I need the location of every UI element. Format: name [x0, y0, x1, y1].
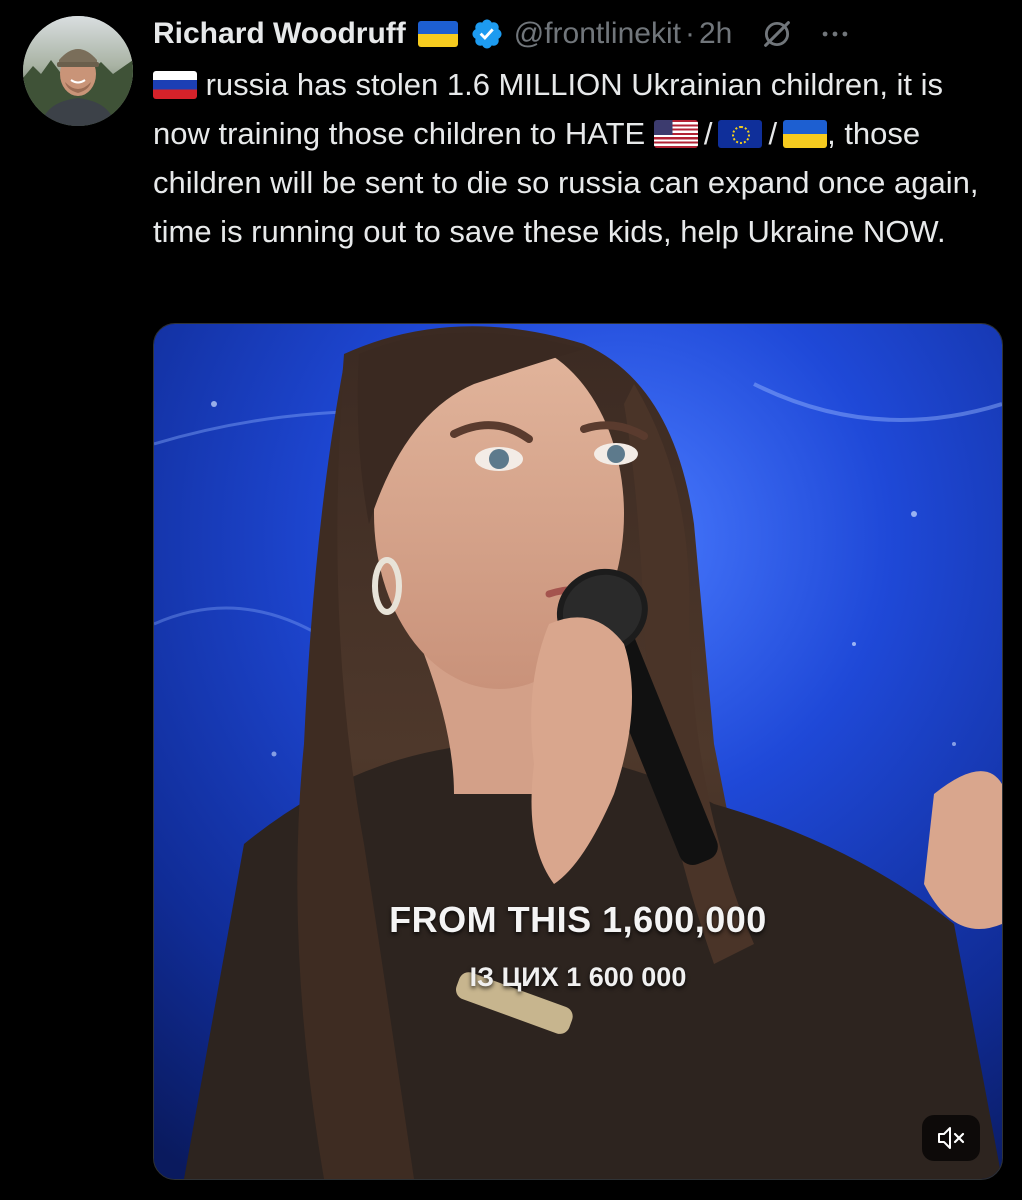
tweet-header: Richard Woodruff @frontlinekit · 2h	[153, 12, 1008, 56]
volume-muted-icon	[938, 1127, 965, 1149]
separator-dot: ·	[684, 17, 695, 50]
ukraine-flag-icon	[783, 119, 828, 148]
video-player[interactable]: FROM THIS 1,600,000 ІЗ ЦИХ 1 600 000	[153, 323, 1003, 1180]
author-name[interactable]: Richard Woodruff	[153, 17, 406, 51]
avatar[interactable]	[23, 16, 133, 126]
video-frame	[154, 324, 1002, 1179]
post-time[interactable]: 2h	[699, 17, 732, 51]
tweet-text: russia has stolen 1.6 MILLION Ukrainian …	[153, 60, 1008, 256]
grok-icon[interactable]	[760, 17, 794, 51]
flag-separator: /	[703, 116, 713, 151]
usa-flag-icon	[653, 119, 698, 148]
russia-flag-icon	[153, 70, 197, 99]
video-caption-english: FROM THIS 1,600,000	[389, 899, 767, 940]
tweet-post: Richard Woodruff @frontlinekit · 2h russ…	[0, 0, 1022, 1200]
flag-separator: /	[768, 116, 778, 151]
video-caption-ukrainian: ІЗ ЦИХ 1 600 000	[469, 962, 687, 992]
eu-flag-icon	[718, 119, 763, 148]
more-options-icon[interactable]	[818, 17, 852, 51]
avatar-photo	[23, 16, 133, 126]
author-handle[interactable]: @frontlinekit	[514, 17, 681, 51]
ukraine-flag-icon	[417, 21, 458, 47]
verified-badge-icon[interactable]	[470, 17, 504, 51]
mute-toggle-button[interactable]	[922, 1115, 980, 1161]
